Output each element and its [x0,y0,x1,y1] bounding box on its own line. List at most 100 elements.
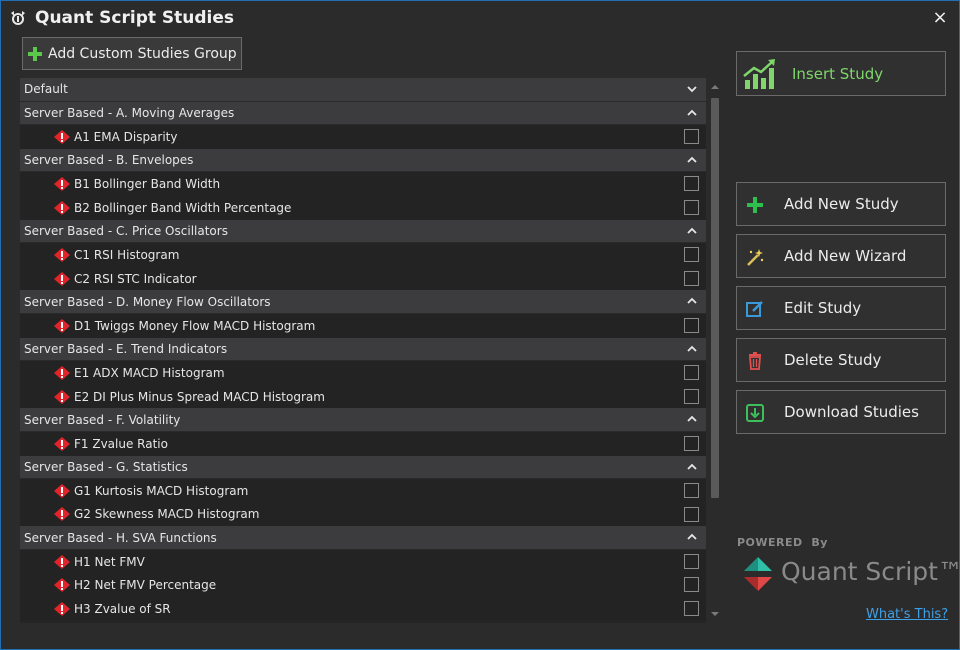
study-checkbox[interactable] [684,176,699,192]
brand-name: Quant Script™ [781,557,960,586]
study-checkbox[interactable] [684,577,699,593]
study-list-item[interactable]: H1 Net FMV [20,549,706,574]
study-checkbox[interactable] [684,553,699,569]
study-list-item[interactable]: A1 EMA Disparity [20,125,706,149]
warning-icon [54,483,70,498]
download-studies-button[interactable]: Download Studies [736,390,946,434]
study-list-item[interactable]: F1 Zvalue Ratio [20,431,706,456]
study-label: B1 Bollinger Band Width [74,177,221,192]
add-new-wizard-button[interactable]: Add New Wizard [736,234,946,278]
group-header-row[interactable]: Default [20,78,706,102]
add-group-label: Add Custom Studies Group [48,45,237,62]
study-label: E1 ADX MACD Histogram [74,365,225,380]
chevron-up-icon[interactable] [686,107,698,119]
study-list-item[interactable]: C1 RSI Histogram [20,243,706,267]
warning-icon [54,365,70,380]
study-label: G1 Kurtosis MACD Histogram [74,483,249,498]
study-label: B2 Bollinger Band Width Percentage [74,200,292,215]
studies-list-panel: Default Server Based - A. Moving Averages… [20,78,724,623]
add-custom-studies-group-button[interactable]: Add Custom Studies Group [22,37,242,70]
trash-icon [749,352,761,370]
title-bar: Quant Script Studies × [1,1,959,35]
study-checkbox[interactable] [684,506,699,522]
warning-icon [54,578,70,593]
group-header-label: Server Based - B. Envelopes [24,153,194,168]
group-header-row[interactable]: Server Based - B. Envelopes [20,148,706,173]
study-label: C2 RSI STC Indicator [74,271,197,286]
delete-study-button[interactable]: Delete Study [736,338,946,382]
add-new-study-button[interactable]: Add New Study [736,182,946,226]
warning-icon [54,554,70,569]
study-label: F1 Zvalue Ratio [74,436,168,451]
study-checkbox[interactable] [684,435,699,451]
magic-wand-icon [747,249,764,266]
study-list-item[interactable]: E1 ADX MACD Histogram [20,361,706,385]
warning-icon [54,507,70,522]
study-checkbox[interactable] [684,388,699,404]
study-list-item[interactable]: H2 Net FMV Percentage [20,573,706,598]
powered-by-label: POWERED By [737,536,828,549]
study-checkbox[interactable] [684,270,699,286]
group-header-row[interactable]: Server Based - G. Statistics [20,455,706,480]
chevron-up-icon[interactable] [686,413,698,425]
group-header-row[interactable]: Server Based - H. SVA Functions [20,526,706,550]
chevron-up-icon[interactable] [686,531,698,543]
scroll-up-arrow-icon[interactable] [710,82,720,92]
study-checkbox[interactable] [684,129,699,145]
plus-icon [28,46,42,61]
study-label: E2 DI Plus Minus Spread MACD Histogram [74,389,325,404]
study-checkbox[interactable] [684,365,699,381]
group-header-row[interactable]: Server Based - F. Volatility [20,408,706,432]
chevron-up-icon[interactable] [686,461,698,473]
warning-icon [54,271,70,286]
group-header-label: Server Based - E. Trend Indicators [24,341,228,356]
study-checkbox[interactable] [684,317,699,333]
warning-icon [54,601,70,616]
study-list-item[interactable]: E2 DI Plus Minus Spread MACD Histogram [20,384,706,409]
group-header-row[interactable]: Server Based - E. Trend Indicators [20,337,706,362]
study-list-item[interactable]: D1 Twiggs Money Flow MACD Histogram [20,313,706,338]
study-list-item[interactable]: C2 RSI STC Indicator [20,266,706,291]
group-header-row[interactable]: Server Based - C. Price Oscillators [20,219,706,244]
chevron-down-icon[interactable] [686,83,698,95]
download-icon [746,404,764,422]
warning-icon [54,247,70,262]
add-new-wizard-label: Add New Wizard [784,247,907,265]
chevron-up-icon[interactable] [686,343,698,355]
study-checkbox[interactable] [684,247,699,263]
edit-study-button[interactable]: Edit Study [736,286,946,330]
scroll-thumb[interactable] [711,98,719,498]
insert-study-button[interactable]: Insert Study [736,51,946,96]
group-header-row[interactable]: Server Based - A. Moving Averages [20,101,706,126]
list-scrollbar[interactable] [706,78,724,623]
study-list-item[interactable]: G1 Kurtosis MACD Histogram [20,479,706,503]
study-checkbox[interactable] [684,199,699,215]
window-title: Quant Script Studies [35,8,235,28]
study-list-item[interactable]: G2 Skewness MACD Histogram [20,502,706,527]
group-header-label: Server Based - D. Money Flow Oscillators [24,294,271,309]
study-list-item[interactable]: B1 Bollinger Band Width [20,172,706,196]
study-checkbox[interactable] [684,601,699,617]
studies-list: Default Server Based - A. Moving Averages… [20,78,706,623]
group-header-row[interactable]: Server Based - D. Money Flow Oscillators [20,290,706,314]
group-header-label: Server Based - G. Statistics [24,459,188,474]
study-label: H2 Net FMV Percentage [74,578,217,593]
chevron-up-icon[interactable] [686,154,698,166]
chevron-up-icon[interactable] [686,225,698,237]
edit-icon [746,301,763,317]
close-button[interactable]: × [929,7,951,29]
chevron-up-icon[interactable] [686,295,698,307]
study-list-item[interactable]: H3 Zvalue of SR [20,597,706,621]
study-checkbox[interactable] [684,483,699,499]
scroll-down-arrow-icon[interactable] [710,609,720,619]
warning-icon [54,436,70,451]
study-label: H3 Zvalue of SR [74,601,171,616]
study-label: C1 RSI Histogram [74,247,180,262]
warning-icon [54,129,70,144]
warning-icon [54,389,70,404]
plus-icon [747,197,763,213]
group-header-label: Server Based - C. Price Oscillators [24,223,228,238]
whats-this-link[interactable]: What's This? [866,607,948,622]
study-list-item[interactable]: B2 Bollinger Band Width Percentage [20,195,706,220]
group-header-label: Server Based - H. SVA Functions [24,530,217,545]
